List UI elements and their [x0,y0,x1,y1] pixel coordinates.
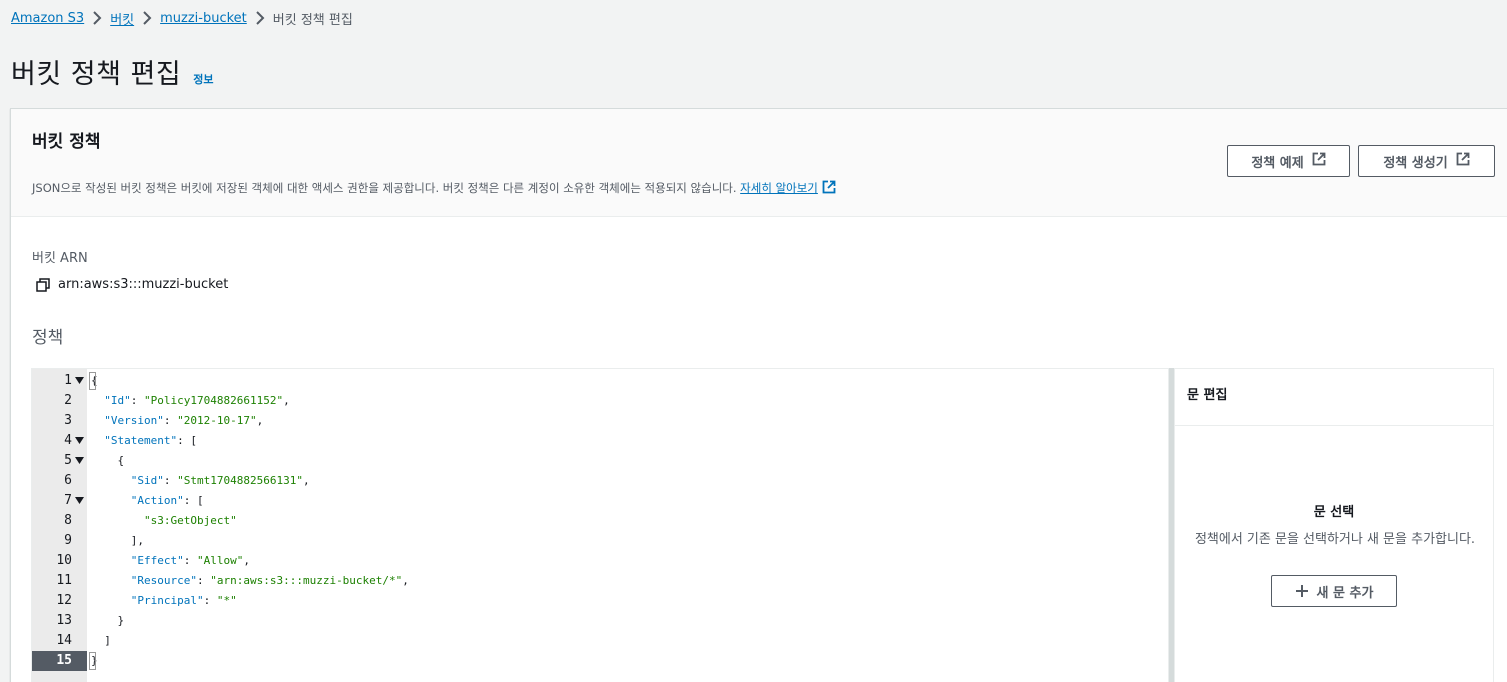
code-text: } [91,614,125,627]
info-link[interactable]: 정보 [193,71,213,87]
line-number: 2 [64,393,72,408]
code-line[interactable]: 3 "Version": "2012-10-17", [64,411,1168,431]
bracket-match-marker [89,372,96,390]
external-link-icon [822,180,836,197]
statement-edit-panel: 문 편집 문 선택 정책에서 기존 문을 선택하거나 새 문을 추가합니다. 새… [1174,368,1494,682]
code-text: "Resource": "arn:aws:s3:::muzzi-bucket/*… [130,574,409,587]
policy-generator-label: 정책 생성기 [1383,155,1448,171]
line-number: 11 [56,573,72,588]
code-line[interactable]: 2 "Id": "Policy1704882661152", [64,391,1168,411]
breadcrumb-current: 버킷 정책 편집 [272,12,353,28]
line-number: 15 [56,653,72,668]
panel-header: 버킷 정책 JSON으로 작성된 버킷 정책은 버킷에 저장된 객체에 대한 액… [11,109,1507,217]
line-number: 14 [56,633,72,648]
code-line[interactable]: 13 } [56,611,1168,631]
code-line[interactable]: 9 ], [64,531,1168,551]
line-number: 9 [64,533,72,548]
code-text: { [91,454,125,467]
policy-code-editor[interactable]: 1{2 "Id": "Policy1704882661152", 3 "Versi… [31,368,1169,682]
breadcrumb-buckets[interactable]: 버킷 [110,9,134,28]
breadcrumb: Amazon S3 버킷 muzzi-bucket 버킷 정책 편집 [11,8,353,28]
code-line[interactable]: 1{ [64,371,1168,391]
code-line[interactable]: 10 "Effect": "Allow", [56,551,1168,571]
learn-more-link[interactable]: 자세히 알아보기 [740,181,818,195]
policy-generator-button[interactable]: 정책 생성기 [1358,145,1495,177]
code-line[interactable]: 6 "Sid": "Stmt1704882566131", [64,471,1168,491]
bracket-match-marker [89,652,96,670]
line-number: 6 [64,473,72,488]
editor-code-area[interactable]: 1{2 "Id": "Policy1704882661152", 3 "Versi… [32,369,1168,682]
code-line[interactable]: 7 "Action": [ [64,491,1168,511]
page-title: 버킷 정책 편집 [11,59,182,90]
policy-examples-button[interactable]: 정책 예제 [1227,145,1350,177]
line-number: 10 [56,553,72,568]
code-line[interactable]: 12 "Principal": "*" [56,591,1168,611]
learn-more-label: 자세히 알아보기 [740,181,818,195]
code-text: "Action": [ [130,494,204,507]
code-line[interactable]: 14 ] [56,631,1168,651]
code-text: "Id": "Policy1704882661152", [104,394,290,407]
chevron-right-icon [84,8,110,28]
policy-label: 정책 [32,328,64,348]
line-number: 3 [64,413,72,428]
code-text: "Sid": "Stmt1704882566131", [130,474,310,487]
breadcrumb-bucket-name[interactable]: muzzi-bucket [160,11,247,26]
external-link-icon [1456,152,1470,170]
code-line[interactable]: 11 "Resource": "arn:aws:s3:::muzzi-bucke… [56,571,1168,591]
code-text: ], [91,534,144,547]
code-line[interactable]: 4 "Statement": [ [64,431,1168,451]
fold-arrow-icon[interactable] [36,371,84,391]
panel-title: 버킷 정책 [32,132,101,152]
select-statement-description: 정책에서 기존 문을 선택하거나 새 문을 추가합니다. [1194,532,1476,547]
external-link-icon [1312,152,1326,170]
chevron-right-icon [247,8,273,28]
line-number: 13 [56,613,72,628]
bucket-arn: arn:aws:s3:::muzzi-bucket [36,277,228,292]
code-line[interactable]: 5 { [64,451,1168,471]
code-line[interactable]: 15} [32,651,1168,671]
statement-panel-title: 문 편집 [1175,369,1493,426]
panel-description: JSON으로 작성된 버킷 정책은 버킷에 저장된 객체에 대한 액세스 권한을… [32,180,836,197]
add-statement-button[interactable]: 새 문 추가 [1271,575,1397,607]
code-text: "Statement": [ [104,434,197,447]
plus-icon [1295,584,1309,598]
bucket-arn-label: 버킷 ARN [32,251,88,266]
code-text: "Version": "2012-10-17", [104,414,264,427]
line-number: 8 [64,513,72,528]
policy-examples-label: 정책 예제 [1251,155,1304,171]
bucket-arn-value: arn:aws:s3:::muzzi-bucket [58,277,229,292]
fold-arrow-icon[interactable] [36,451,84,471]
breadcrumb-amazon-s3[interactable]: Amazon S3 [11,11,84,26]
line-number: 12 [56,593,72,608]
add-statement-label: 새 문 추가 [1316,585,1374,601]
code-text: "Principal": "*" [130,594,237,607]
page-header: 버킷 정책 편집 정보 [11,52,213,91]
chevron-right-icon [134,8,160,28]
description-text: JSON으로 작성된 버킷 정책은 버킷에 저장된 객체에 대한 액세스 권한을… [32,181,737,195]
code-line[interactable]: 8 "s3:GetObject" [64,511,1168,531]
copy-icon[interactable] [36,277,50,292]
code-text: ] [91,634,111,647]
fold-arrow-icon[interactable] [36,491,84,511]
code-text: "Effect": "Allow", [130,554,250,567]
select-statement-title: 문 선택 [1313,505,1355,520]
code-text: "s3:GetObject" [143,514,237,527]
fold-arrow-icon[interactable] [36,431,84,451]
